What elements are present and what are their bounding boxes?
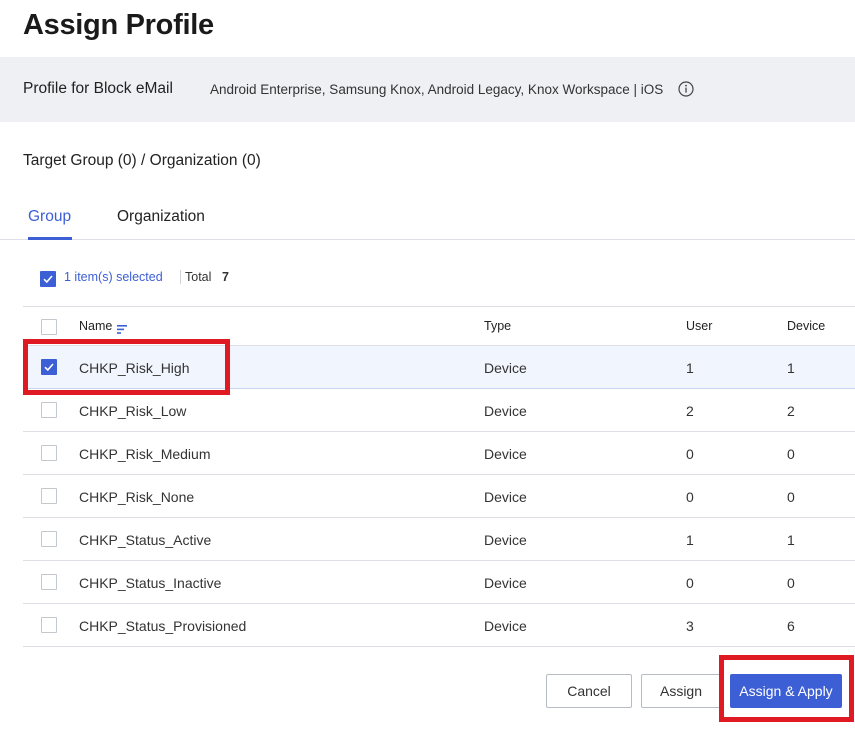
user-count: 1 — [686, 532, 694, 548]
tab-group[interactable]: Group — [28, 208, 71, 226]
tab-organization[interactable]: Organization — [117, 208, 205, 226]
select-all-summary-checkbox[interactable] — [40, 271, 56, 287]
profile-banner: Profile for Block eMail Android Enterpri… — [0, 57, 855, 122]
table-row[interactable]: CHKP_Risk_None Device 0 0 — [23, 475, 855, 518]
total-label: Total — [185, 270, 212, 284]
highlight-selected-row — [23, 339, 230, 395]
group-name: CHKP_Risk_Medium — [79, 446, 211, 462]
group-name: CHKP_Risk_Low — [79, 403, 187, 419]
selection-bar: 1 item(s) selected Total 7 — [0, 266, 855, 290]
group-type: Device — [484, 532, 527, 548]
device-count: 0 — [787, 575, 795, 591]
row-checkbox[interactable] — [41, 574, 57, 590]
profile-platforms: Android Enterprise, Samsung Knox, Androi… — [210, 82, 664, 97]
device-count: 1 — [787, 532, 795, 548]
column-header-device[interactable]: Device — [787, 319, 825, 333]
tab-active-underline — [28, 237, 72, 240]
total-value: 7 — [222, 270, 229, 284]
check-icon — [43, 275, 53, 284]
assign-button[interactable]: Assign — [641, 674, 721, 708]
device-count: 0 — [787, 489, 795, 505]
row-checkbox[interactable] — [41, 445, 57, 461]
group-name: CHKP_Risk_None — [79, 489, 195, 505]
highlight-apply-button — [719, 655, 854, 722]
group-type: Device — [484, 403, 527, 419]
target-summary: Target Group (0) / Organization (0) — [23, 152, 261, 169]
table-row[interactable]: CHKP_Status_Provisioned Device 3 6 — [23, 604, 855, 647]
table-row[interactable]: CHKP_Risk_Medium Device 0 0 — [23, 432, 855, 475]
sort-icon[interactable] — [117, 321, 128, 339]
group-name: CHKP_Status_Provisioned — [79, 618, 247, 634]
user-count: 3 — [686, 618, 694, 634]
group-type: Device — [484, 360, 527, 376]
group-name: CHKP_Status_Active — [79, 532, 212, 548]
info-icon[interactable] — [678, 81, 694, 97]
group-type: Device — [484, 575, 527, 591]
group-name: CHKP_Status_Inactive — [79, 575, 222, 591]
selected-count: 1 item(s) selected — [64, 270, 163, 284]
user-count: 2 — [686, 403, 694, 419]
user-count: 0 — [686, 575, 694, 591]
row-checkbox[interactable] — [41, 402, 57, 418]
user-count: 0 — [686, 489, 694, 505]
device-count: 6 — [787, 618, 795, 634]
row-checkbox[interactable] — [41, 617, 57, 633]
row-checkbox[interactable] — [41, 531, 57, 547]
column-header-type[interactable]: Type — [484, 319, 511, 333]
row-checkbox[interactable] — [41, 488, 57, 504]
selection-divider — [180, 270, 181, 284]
group-type: Device — [484, 618, 527, 634]
select-all-checkbox[interactable] — [41, 319, 57, 335]
tab-bar: Group Organization — [0, 200, 855, 240]
device-count: 2 — [787, 403, 795, 419]
table-row[interactable]: CHKP_Risk_Low Device 2 2 — [23, 389, 855, 432]
table-row[interactable]: CHKP_Status_Inactive Device 0 0 — [23, 561, 855, 604]
device-count: 0 — [787, 446, 795, 462]
user-count: 1 — [686, 360, 694, 376]
device-count: 1 — [787, 360, 795, 376]
cancel-button[interactable]: Cancel — [546, 674, 632, 708]
group-type: Device — [484, 489, 527, 505]
group-type: Device — [484, 446, 527, 462]
column-header-user[interactable]: User — [686, 319, 712, 333]
column-header-name[interactable]: Name — [79, 319, 112, 333]
table-row[interactable]: CHKP_Status_Active Device 1 1 — [23, 518, 855, 561]
user-count: 0 — [686, 446, 694, 462]
page-title: Assign Profile — [23, 9, 214, 41]
profile-name: Profile for Block eMail — [23, 80, 173, 97]
